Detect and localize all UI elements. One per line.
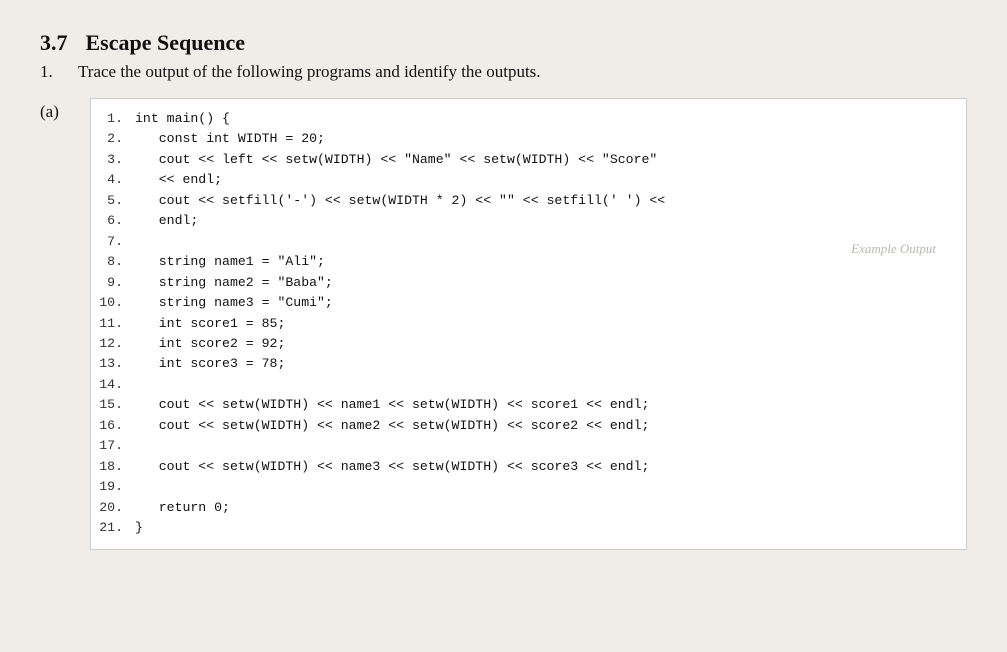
line-code: int score3 = 78; [135,354,948,374]
section-title: Escape Sequence [86,30,246,56]
line-code: << endl; [135,170,948,190]
line-number: 21. [97,518,135,538]
line-code: const int WIDTH = 20; [135,129,948,149]
line-row: 19. [97,477,948,497]
line-number: 18. [97,457,135,477]
line-row: 5. cout << setfill('-') << setw(WIDTH * … [97,191,948,211]
line-row: 3. cout << left << setw(WIDTH) << "Name"… [97,150,948,170]
line-number: 5. [97,191,135,211]
line-row: 14. [97,375,948,395]
content-area: (a) 1.int main() {2. const int WIDTH = 2… [40,98,967,550]
line-code: cout << setw(WIDTH) << name2 << setw(WID… [135,416,948,436]
section-number: 3.7 [40,30,68,56]
line-number: 1. [97,109,135,129]
part-label: (a) [40,98,90,122]
line-row: 8. string name1 = "Ali"; [97,252,948,272]
line-number: 19. [97,477,135,497]
line-code: int score1 = 85; [135,314,948,334]
line-number: 9. [97,273,135,293]
question-text: Trace the output of the following progra… [78,62,541,82]
line-row: 20. return 0; [97,498,948,518]
line-number: 17. [97,436,135,456]
question-number: 1. [40,62,62,82]
line-number: 16. [97,416,135,436]
line-code: int main() { [135,109,948,129]
line-number: 8. [97,252,135,272]
line-row: 13. int score3 = 78; [97,354,948,374]
question-row: 1. Trace the output of the following pro… [40,62,967,82]
line-row: 6. endl; [97,211,948,231]
line-number: 15. [97,395,135,415]
line-row: 15. cout << setw(WIDTH) << name1 << setw… [97,395,948,415]
line-number: 4. [97,170,135,190]
line-row: 12. int score2 = 92; [97,334,948,354]
line-number: 2. [97,129,135,149]
line-code: } [135,518,948,538]
line-number: 11. [97,314,135,334]
line-row: 17. [97,436,948,456]
line-code: cout << left << setw(WIDTH) << "Name" <<… [135,150,948,170]
line-number: 20. [97,498,135,518]
line-code: cout << setw(WIDTH) << name3 << setw(WID… [135,457,948,477]
line-row: 21.} [97,518,948,538]
line-row: 2. const int WIDTH = 20; [97,129,948,149]
line-row: 16. cout << setw(WIDTH) << name2 << setw… [97,416,948,436]
line-row: 18. cout << setw(WIDTH) << name3 << setw… [97,457,948,477]
line-number: 12. [97,334,135,354]
example-output-label: Example Output [851,241,936,256]
line-number: 7. [97,232,135,252]
line-code: string name1 = "Ali"; [135,252,948,272]
line-row: 9. string name2 = "Baba"; [97,273,948,293]
line-number: 10. [97,293,135,313]
line-code: string name2 = "Baba"; [135,273,948,293]
line-number: 13. [97,354,135,374]
line-code: cout << setw(WIDTH) << name1 << setw(WID… [135,395,948,415]
code-lines: 1.int main() {2. const int WIDTH = 20;3.… [97,109,948,539]
line-number: 3. [97,150,135,170]
page-container: 3.7 Escape Sequence 1. Trace the output … [40,30,967,550]
line-row: 10. string name3 = "Cumi"; [97,293,948,313]
section-heading: 3.7 Escape Sequence [40,30,967,56]
line-row: 7. [97,232,948,252]
line-code: return 0; [135,498,948,518]
line-number: 6. [97,211,135,231]
line-code: endl; [135,211,948,231]
line-row: 4. << endl; [97,170,948,190]
line-row: 1.int main() { [97,109,948,129]
example-output-area: Example Output [851,239,936,259]
line-code: int score2 = 92; [135,334,948,354]
line-code: cout << setfill('-') << setw(WIDTH * 2) … [135,191,948,211]
line-row: 11. int score1 = 85; [97,314,948,334]
line-code: string name3 = "Cumi"; [135,293,948,313]
line-number: 14. [97,375,135,395]
code-box: 1.int main() {2. const int WIDTH = 20;3.… [90,98,967,550]
